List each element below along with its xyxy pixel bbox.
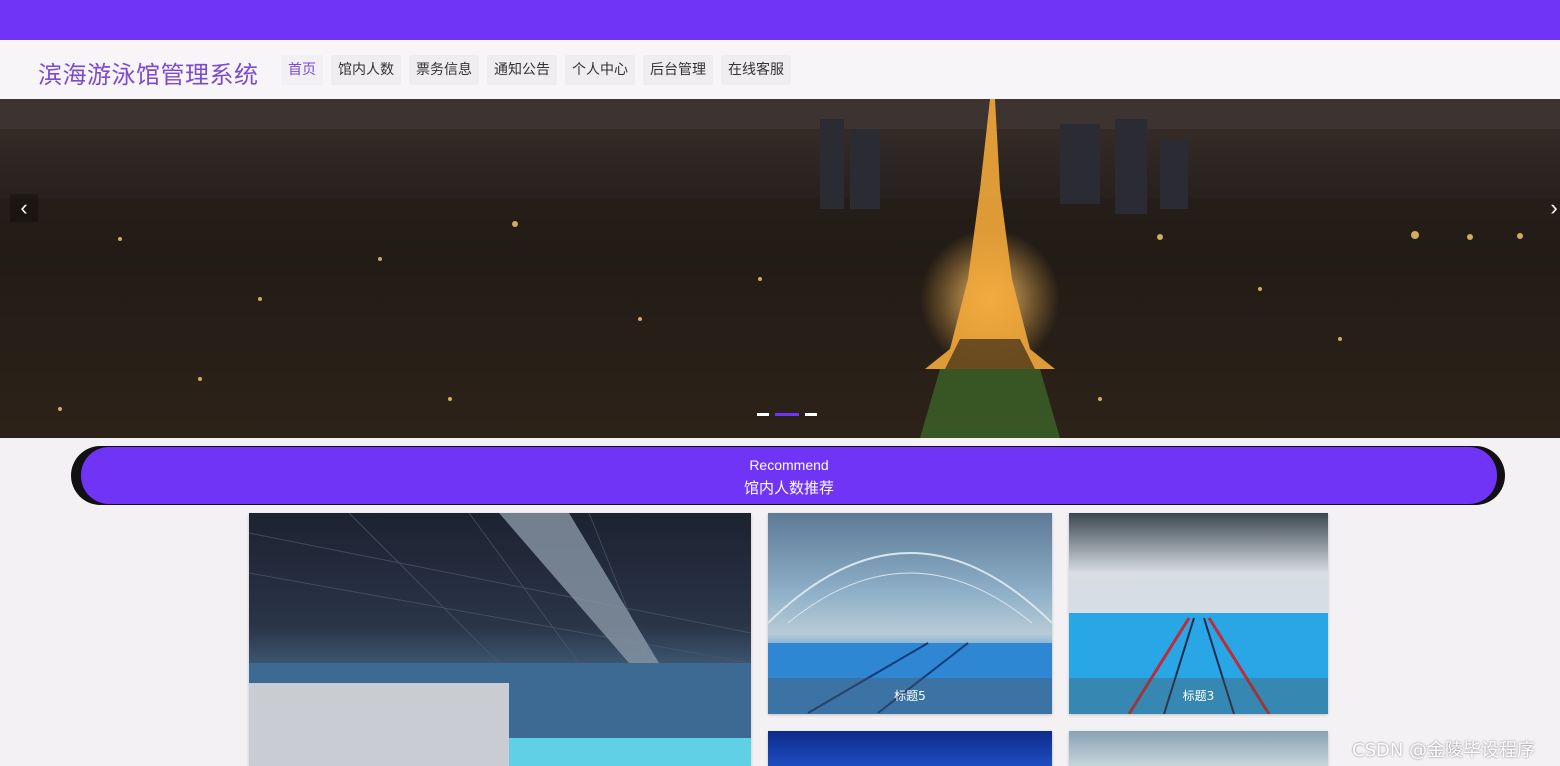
nav-item-support[interactable]: 在线客服: [721, 55, 791, 85]
recommend-card[interactable]: 标题3: [1069, 513, 1328, 714]
card-caption: 标题5: [768, 678, 1052, 714]
watermark: CSDN @金陵毕设程序: [1352, 740, 1536, 761]
nav-item-profile[interactable]: 个人中心: [565, 55, 635, 85]
main-nav: 首页 馆内人数 票务信息 通知公告 个人中心 后台管理 在线客服: [281, 55, 791, 85]
carousel-dot-2[interactable]: [775, 413, 799, 416]
nav-item-tickets[interactable]: 票务信息: [409, 55, 479, 85]
recommend-banner: Recommend 馆内人数推荐: [81, 447, 1497, 504]
carousel-next-button[interactable]: ›: [1540, 194, 1560, 222]
recommend-card[interactable]: 标题5: [768, 513, 1052, 714]
nav-item-home[interactable]: 首页: [281, 55, 323, 85]
carousel-banner: [0, 99, 1560, 438]
carousel-prev-button[interactable]: ‹: [10, 194, 38, 222]
carousel-dot-1[interactable]: [757, 413, 769, 416]
carousel-indicators: [757, 413, 817, 416]
recommend-title-cn: 馆内人数推荐: [743, 479, 834, 497]
recommend-card[interactable]: [768, 731, 1052, 766]
recommend-card[interactable]: [1069, 731, 1328, 766]
carousel-dot-3[interactable]: [805, 413, 817, 416]
recommend-card-featured[interactable]: [249, 513, 751, 766]
recommend-title-en: Recommend: [749, 457, 829, 473]
pool-image: [249, 513, 751, 766]
top-accent-bar: [0, 0, 1560, 40]
chevron-left-icon: ‹: [20, 195, 28, 220]
nav-item-occupancy[interactable]: 馆内人数: [331, 55, 401, 85]
site-title: 滨海游泳馆管理系统: [38, 61, 259, 89]
card-caption: 标题3: [1069, 678, 1328, 714]
nav-item-admin[interactable]: 后台管理: [643, 55, 713, 85]
navbar: 滨海游泳馆管理系统 首页 馆内人数 票务信息 通知公告 个人中心 后台管理 在线…: [0, 40, 1560, 99]
chevron-right-icon: ›: [1550, 195, 1558, 220]
recommend-header: Recommend 馆内人数推荐: [71, 446, 1505, 505]
city-night-image: [0, 99, 1560, 438]
nav-item-notices[interactable]: 通知公告: [487, 55, 557, 85]
